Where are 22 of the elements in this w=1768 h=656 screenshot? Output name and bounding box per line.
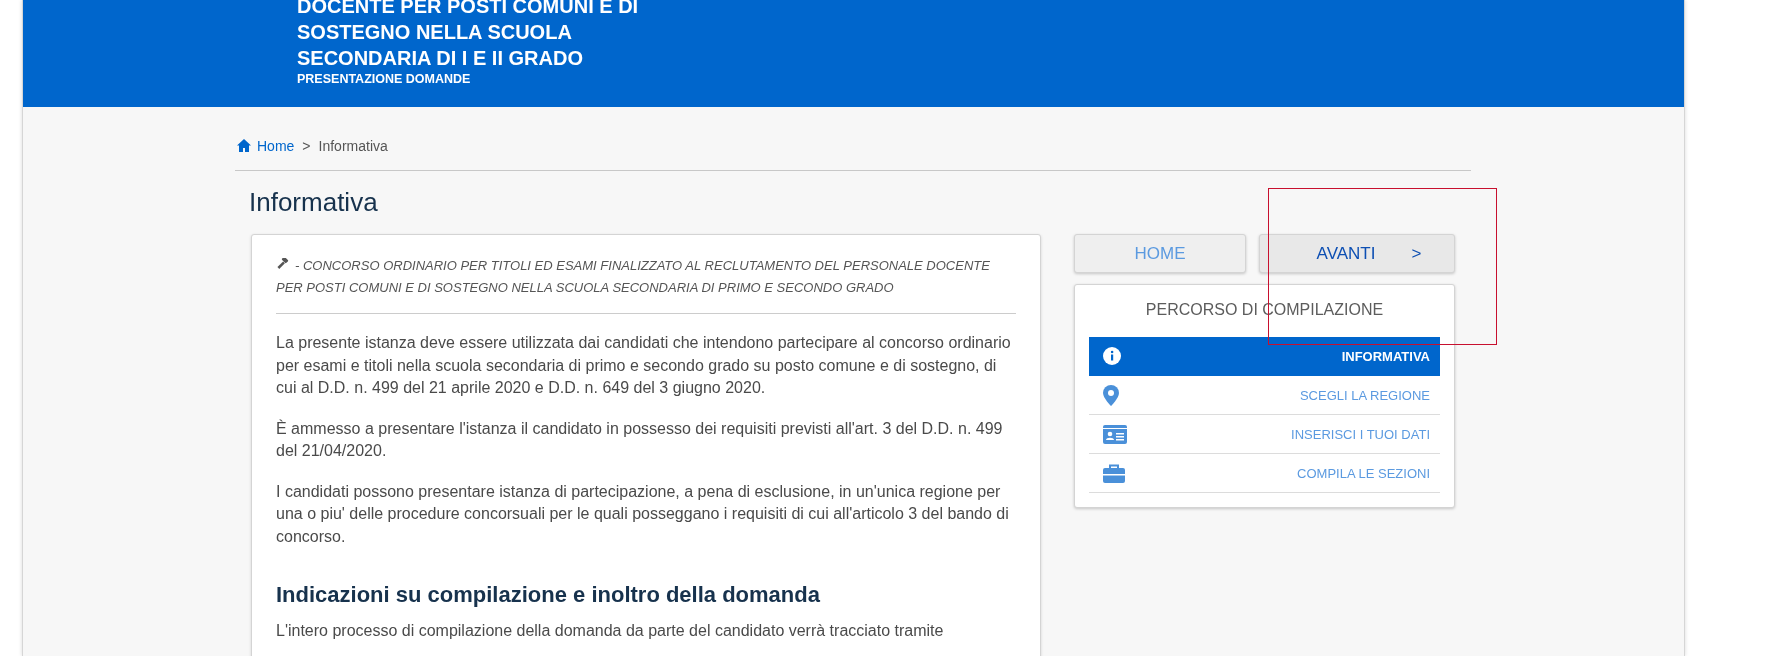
- home-icon: [237, 139, 251, 152]
- briefcase-icon: [1103, 463, 1125, 483]
- body-paragraph: I candidati possono presentare istanza di partecipazione, a pena di esclusione, in un'unica regione per una o piu' delle procedure concorsuali per le quali posseggano i requisiti di cui all'articolo 3 del bando di concorso.: [276, 481, 1010, 547]
- page-title: Informativa: [248, 186, 379, 219]
- next-button[interactable]: AVANTI >: [1259, 234, 1455, 273]
- home-button[interactable]: HOME: [1074, 234, 1246, 273]
- breadcrumb-separator: >: [302, 137, 311, 154]
- breadcrumb-current: Informativa: [318, 137, 388, 154]
- section-heading: Indicazioni su compilazione e inoltro della domanda: [276, 582, 821, 608]
- header-subtitle: PRESENTAZIONE DOMANDE: [297, 71, 472, 87]
- id-card-icon: [1103, 424, 1127, 444]
- body-paragraph: È ammesso a presentare l'istanza il candidato in possesso dei requisiti previsti all'art. 3 del D.D. n. 499 del 21/04/2020.: [276, 418, 1004, 461]
- location-pin-icon: [1103, 384, 1119, 406]
- notice-heading: - CONCORSO ORDINARIO PER TITOLI ED ESAMI FINALIZZATO AL RECLUTAMENTO DEL PERSONALE DOCENTE PER POSTI COMUNI E DI SOSTEGNO NELLA SCUOLA SECONDARIA DI PRIMO E SECONDO GRADO: [276, 255, 1016, 314]
- body-paragraph: L'intero processo di compilazione della domanda da parte del candidato verrà tracciato tramite: [276, 621, 945, 641]
- breadcrumb-home-link[interactable]: Home: [237, 137, 295, 154]
- header-title: SOSTEGNO NELLA SCUOLA: [297, 20, 573, 45]
- info-icon: [1103, 347, 1121, 365]
- body-paragraph: La presente istanza deve essere utilizzata dai candidati che intendono partecipare al concorso ordinario per esami e titoli nella scuola secondaria di primo e secondo grado su posto comune e di sostegno, di cui al D.D. n. 499 del 21 aprile 2020 e D.D. n. 649 del 3 giugno 2020.: [276, 333, 1012, 398]
- header-title: SECONDARIA DI I E II GRADO: [297, 46, 584, 71]
- step-item[interactable]: INFORMATIVA: [1089, 337, 1440, 376]
- gavel-icon: [276, 258, 291, 272]
